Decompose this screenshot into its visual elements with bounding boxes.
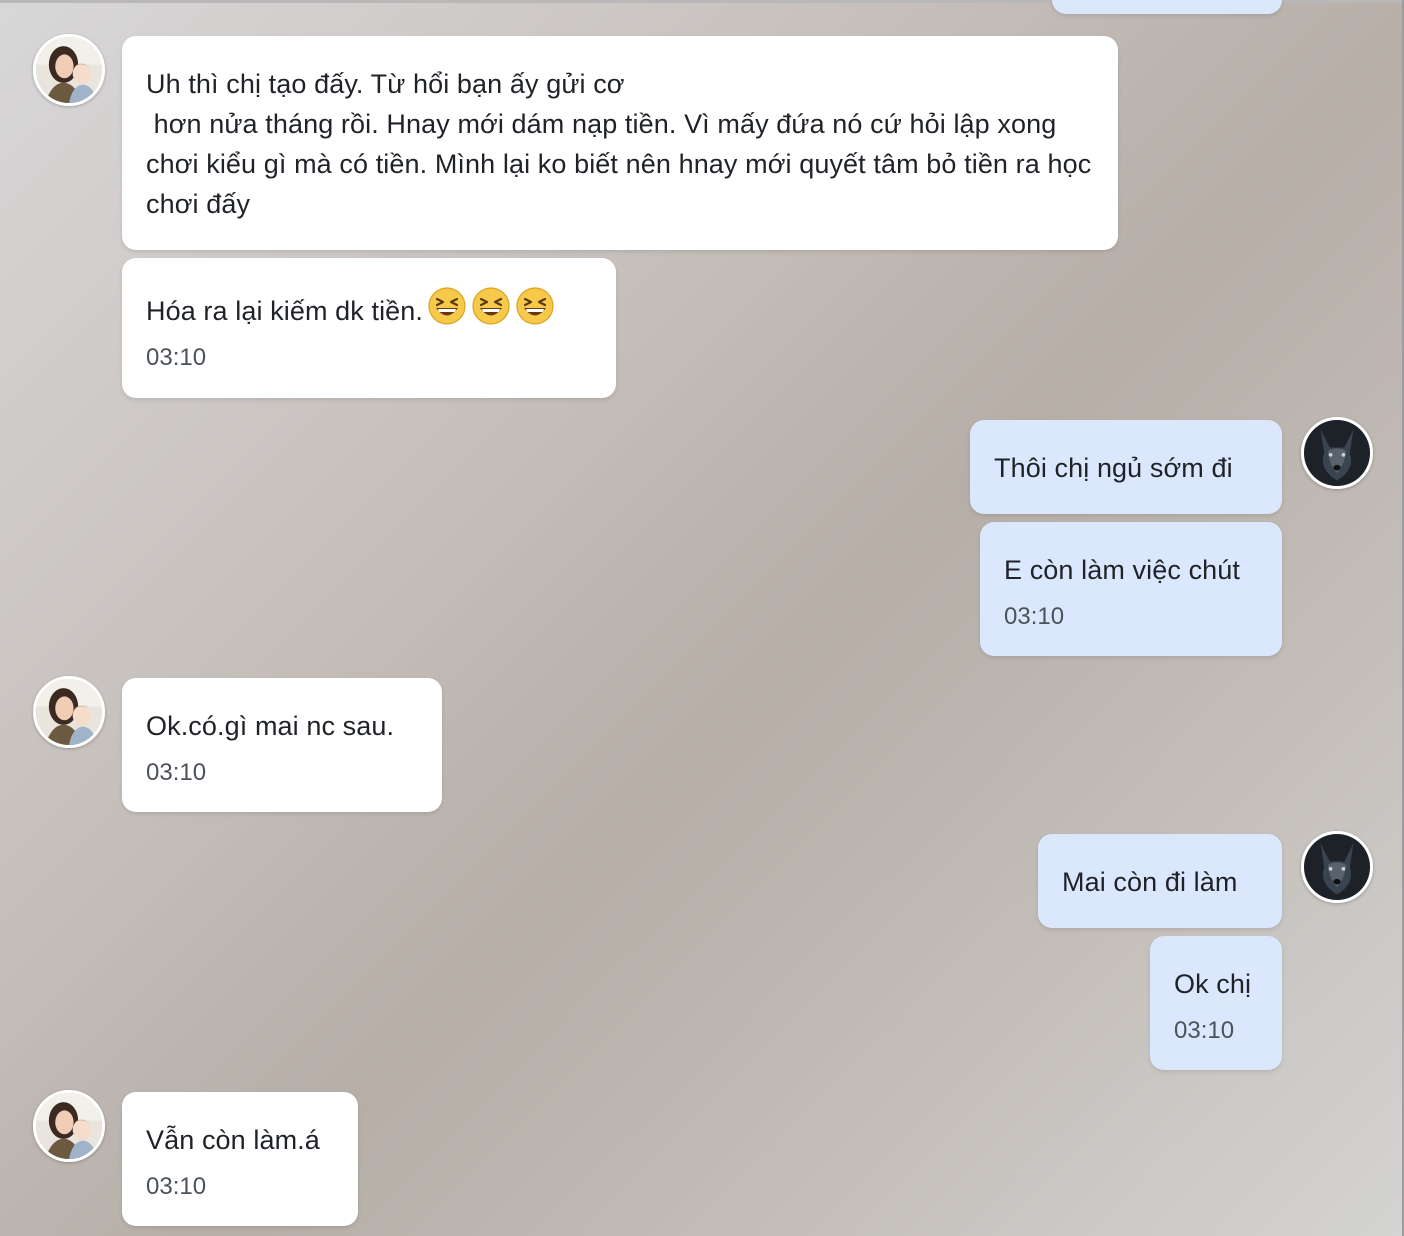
message-text: Vẫn còn làm.á xyxy=(146,1125,320,1155)
message-time: 03:10 xyxy=(1004,603,1065,630)
woman-with-child-photo-icon xyxy=(36,37,102,103)
woman-with-child-photo-icon xyxy=(36,1093,102,1159)
outgoing-message-bubble[interactable]: E còn làm việc chút 03:10 xyxy=(980,522,1282,656)
message-text: Hóa ra lại kiếm dk tiền. xyxy=(146,296,424,326)
message-text: Ok.có.gì mai nc sau. xyxy=(146,711,395,741)
woman-with-child-photo-icon xyxy=(36,679,102,745)
contact-avatar[interactable] xyxy=(33,676,105,748)
message-time: 03:10 xyxy=(146,344,207,371)
outgoing-message-bubble[interactable]: Ok chị 03:10 xyxy=(1150,936,1282,1070)
my-avatar[interactable] xyxy=(1301,417,1373,489)
message-text: Uh thì chị tạo đấy. Từ hổi bạn ấy gửi cơ… xyxy=(146,69,1092,219)
previous-message-bubble-partial[interactable] xyxy=(1052,0,1282,14)
incoming-message-bubble[interactable]: Uh thì chị tạo đấy. Từ hổi bạn ấy gửi cơ… xyxy=(122,36,1118,250)
grinning-squinting-face-icon xyxy=(427,286,467,326)
incoming-message-bubble[interactable]: Hóa ra lại kiếm dk tiền. 03:10 xyxy=(122,258,616,398)
message-text: Ok chị xyxy=(1174,969,1252,999)
message-time: 03:10 xyxy=(1174,1017,1235,1044)
message-time: 03:10 xyxy=(146,1173,207,1200)
grinning-squinting-face-icon xyxy=(515,286,555,326)
my-avatar[interactable] xyxy=(1301,831,1373,903)
grinning-squinting-face-icon xyxy=(471,286,511,326)
outgoing-message-bubble[interactable]: Mai còn đi làm xyxy=(1038,834,1282,928)
incoming-message-bubble[interactable]: Ok.có.gì mai nc sau. 03:10 xyxy=(122,678,442,812)
message-text: Mai còn đi làm xyxy=(1062,867,1238,897)
message-text: E còn làm việc chút xyxy=(1004,555,1241,585)
outgoing-message-bubble[interactable]: Thôi chị ngủ sớm đi xyxy=(970,420,1282,514)
contact-avatar[interactable] xyxy=(33,1090,105,1162)
message-time: 03:10 xyxy=(146,759,207,786)
message-text: Thôi chị ngủ sớm đi xyxy=(994,453,1233,483)
black-wolf-photo-icon xyxy=(1304,420,1370,486)
incoming-message-bubble[interactable]: Vẫn còn làm.á 03:10 xyxy=(122,1092,358,1226)
contact-avatar[interactable] xyxy=(33,34,105,106)
black-wolf-photo-icon xyxy=(1304,834,1370,900)
